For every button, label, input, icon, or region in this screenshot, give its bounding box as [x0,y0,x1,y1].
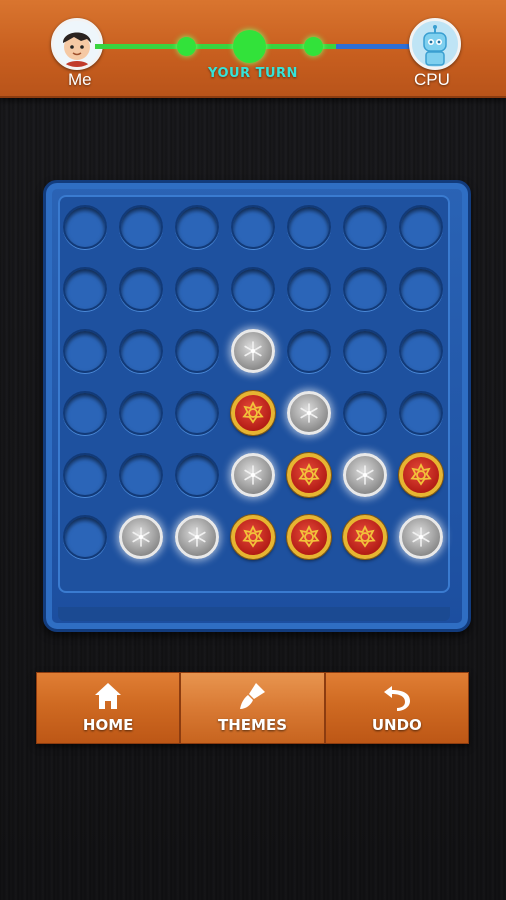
board-grid [58,195,450,593]
themes-button[interactable]: THEMES [180,672,325,744]
board-slot[interactable] [63,267,107,311]
board-slot[interactable] [63,391,107,435]
robot-avatar-icon [423,25,447,66]
silver-disc [343,453,387,497]
turn-progress-green [95,44,336,49]
red-disc [231,515,275,559]
board-slot[interactable] [175,453,219,497]
star-emblem-icon [244,341,262,361]
flower-emblem-icon [298,524,320,548]
cpu-avatar [409,18,461,70]
board-slot[interactable] [63,515,107,559]
flower-emblem-icon [410,462,432,486]
silver-disc [119,515,163,559]
progress-dot [177,37,196,56]
board-slot[interactable] [63,205,107,249]
board-slot[interactable] [119,329,163,373]
home-button[interactable]: HOME [36,672,181,744]
red-disc [287,453,331,497]
board-slot[interactable] [63,453,107,497]
silver-disc [231,453,275,497]
home-button-label: HOME [82,716,134,734]
board-slot[interactable] [63,329,107,373]
flower-emblem-icon [242,400,264,424]
flower-emblem-icon [298,462,320,486]
star-emblem-icon [300,403,318,423]
themes-button-label: THEMES [217,716,287,734]
progress-dot-current [233,30,266,63]
red-disc [399,453,443,497]
board-slot[interactable] [399,267,443,311]
board-slot[interactable] [343,267,387,311]
paintbrush-icon [240,683,266,709]
silver-disc [175,515,219,559]
turn-progress-blue [336,44,412,49]
flower-emblem-icon [354,524,376,548]
board-slot[interactable] [343,329,387,373]
star-emblem-icon [188,527,206,547]
undo-button[interactable]: UNDO [324,672,469,744]
silver-disc [287,391,331,435]
top-bar: Me YOUR TURN CPU [0,0,506,98]
undo-button-label: UNDO [371,716,422,734]
star-emblem-icon [412,527,430,547]
board-slot[interactable] [287,329,331,373]
board-slot[interactable] [231,205,275,249]
player-name-cpu: CPU [414,70,450,89]
board-slot[interactable] [231,267,275,311]
red-disc [343,515,387,559]
silver-disc [399,515,443,559]
board-slot[interactable] [175,329,219,373]
progress-dot [304,37,323,56]
board-slot[interactable] [343,391,387,435]
boy-avatar-icon [63,32,91,67]
board-slot[interactable] [399,205,443,249]
undo-icon [383,686,410,711]
star-emblem-icon [356,465,374,485]
star-emblem-icon [244,465,262,485]
silver-disc [231,329,275,373]
board-slot[interactable] [119,267,163,311]
game-board [43,180,471,632]
board-slot[interactable] [119,391,163,435]
home-icon [95,683,122,709]
board-slot[interactable] [175,391,219,435]
board-slot[interactable] [287,205,331,249]
board-slot[interactable] [119,205,163,249]
board-slot[interactable] [119,453,163,497]
flower-emblem-icon [242,524,264,548]
board-slot[interactable] [287,267,331,311]
board-slot[interactable] [175,267,219,311]
star-emblem-icon [132,527,150,547]
red-disc [287,515,331,559]
board-slot[interactable] [399,329,443,373]
board-slot[interactable] [399,391,443,435]
board-base [58,607,450,621]
bottom-button-bar: HOME THEMES UNDO [36,672,469,744]
board-slot[interactable] [175,205,219,249]
board-slot[interactable] [343,205,387,249]
red-disc [231,391,275,435]
